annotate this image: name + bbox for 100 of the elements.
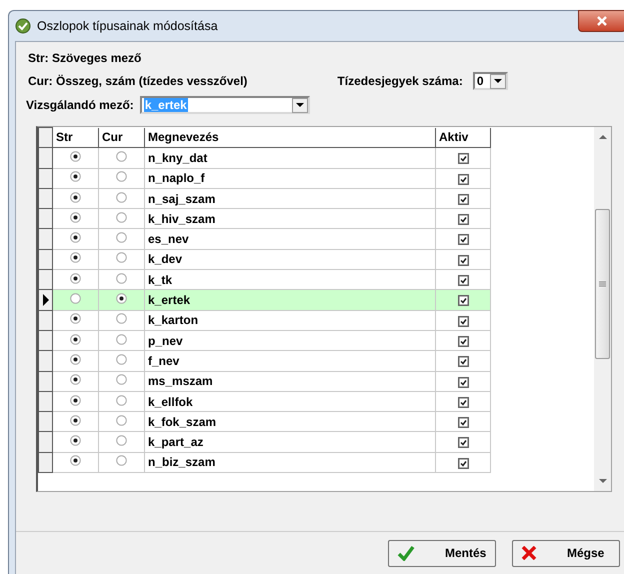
radio-button[interactable] [70,334,81,345]
table-cell: f_nev [144,350,436,372]
table-cell: n_kny_dat [144,148,436,168]
radio-button[interactable] [116,150,127,162]
check-icon [397,545,415,561]
table-cell: k_part_az [144,432,436,452]
row-indicator[interactable] [38,270,52,290]
table-cell: k_karton [144,310,436,330]
radio-button[interactable] [70,374,81,386]
table-cell: es_nev [144,228,436,250]
row-indicator[interactable] [38,452,52,473]
caret-icon[interactable] [598,479,606,484]
table-cell: k_fok_szam [144,412,436,432]
radio-button[interactable] [116,394,127,406]
decimals-dropdown[interactable]: 0 [472,72,508,90]
radio-button[interactable] [116,354,127,365]
radio-button[interactable] [70,212,81,223]
checkbox[interactable] [458,234,468,246]
checkbox[interactable] [458,356,468,368]
row-indicator[interactable] [38,391,52,412]
radio-button[interactable] [116,212,127,223]
radio-button[interactable] [70,252,81,264]
checkbox[interactable] [458,295,468,306]
table-cell: k_ertek [144,290,436,310]
checkbox[interactable] [458,417,468,428]
row-indicator[interactable] [38,330,52,351]
radio-button[interactable] [116,232,127,244]
checkbox[interactable] [458,194,468,205]
radio-button[interactable] [70,171,81,182]
radio-button[interactable] [116,455,127,466]
radio-button[interactable] [116,334,127,345]
row-indicator[interactable] [38,168,52,188]
checkbox[interactable] [458,376,468,388]
row-indicator[interactable] [38,412,52,432]
checkbox[interactable] [458,396,468,408]
radio-button[interactable] [116,435,127,446]
radio-button[interactable] [116,272,127,284]
column-header: Megnevezés [144,128,436,148]
radio-button[interactable] [116,414,127,426]
grip-icon [599,281,606,287]
check-icon [15,18,31,34]
radio-button[interactable] [116,293,127,304]
radio-button[interactable] [116,171,127,182]
field-label: Vizsgálandó mező: [26,98,134,112]
row-indicator[interactable] [38,432,52,452]
radio-button[interactable] [116,192,127,203]
radio-button[interactable] [70,150,81,162]
row-indicator[interactable] [38,208,52,229]
window-title: Oszlopok típusainak módosítása [37,19,218,33]
table-cell: k_dev [144,249,436,270]
radio-button[interactable] [70,394,81,406]
radio-button[interactable] [116,252,127,264]
row-indicator[interactable] [38,228,52,250]
column-header: Str [52,128,98,148]
table-cell: n_naplo_f [144,168,436,188]
checkbox[interactable] [458,336,468,347]
decimals-label: Tízedesjegyek száma: [337,74,463,88]
column-header: Cur [98,128,144,148]
legend-text: Cur: Összeg, szám (tízedes vesszővel) [28,73,248,89]
caret-icon [296,102,304,108]
radio-button[interactable] [70,293,81,304]
scrollbar[interactable] [594,127,611,491]
row-indicator[interactable] [38,290,52,310]
radio-button[interactable] [116,374,127,386]
close-icon [596,16,608,26]
radio-button[interactable] [70,435,81,446]
row-indicator[interactable] [38,371,52,392]
checkbox[interactable] [458,316,468,327]
radio-button[interactable] [70,313,81,324]
radio-button[interactable] [70,232,81,244]
radio-button[interactable] [70,192,81,203]
checkbox[interactable] [458,214,468,226]
radio-button[interactable] [70,414,81,426]
close-button[interactable] [578,10,624,32]
legend-text: Str: Szöveges mező [28,50,142,66]
row-indicator[interactable] [38,249,52,270]
table-cell: k_hiv_szam [144,208,436,229]
radio-button[interactable] [70,455,81,466]
checkbox[interactable] [458,153,468,164]
grid-corner [38,128,52,148]
checkbox[interactable] [458,174,468,185]
checkbox[interactable] [458,254,468,266]
checkbox[interactable] [458,275,468,286]
cancel-button[interactable]: Mégse [512,540,620,566]
row-indicator[interactable] [38,148,52,168]
row-indicator[interactable] [38,188,52,209]
table-cell: k_ellfok [144,391,436,412]
table-cell: n_biz_szam [144,452,436,473]
row-indicator[interactable] [38,350,52,372]
caret-icon[interactable] [598,134,606,139]
radio-button[interactable] [116,313,127,324]
save-button[interactable]: Mentés [388,540,496,566]
radio-button[interactable] [70,272,81,284]
close-icon [521,546,537,560]
table-cell: ms_mszam [144,371,436,392]
checkbox[interactable] [458,458,468,469]
radio-button[interactable] [70,354,81,365]
row-indicator[interactable] [38,310,52,330]
column-header: Aktiv [436,128,490,148]
checkbox[interactable] [458,437,468,448]
